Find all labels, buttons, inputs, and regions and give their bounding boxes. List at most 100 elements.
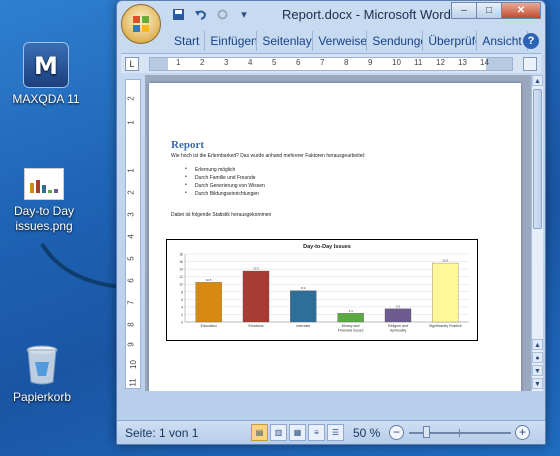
previous-page-button[interactable]: ▲ bbox=[532, 339, 543, 350]
maxqda-icon: M bbox=[23, 42, 69, 88]
document-page[interactable]: Report Wie hoch ist die Erlernbarkeit? D… bbox=[149, 83, 521, 391]
ruler-tick: 11 bbox=[128, 378, 138, 387]
browse-object-button[interactable]: ● bbox=[532, 352, 543, 363]
bar-chart: Day-to-Day Issues 0 2 4 6 8 10 12 14 16 18 10.5 Educ… bbox=[179, 244, 469, 333]
ruler-tick: 2 bbox=[200, 58, 205, 67]
ruler-tick: 12 bbox=[436, 58, 445, 67]
close-button[interactable]: ✕ bbox=[501, 2, 541, 19]
tab-view[interactable]: Ansicht bbox=[477, 31, 528, 51]
quick-access-toolbar: ▾ bbox=[169, 6, 253, 23]
x-tick-label: Emotions bbox=[249, 324, 264, 328]
vertical-scrollbar[interactable]: ▲ ▲ ● ▼ ▼ bbox=[531, 75, 543, 391]
ruler-tick: 9 bbox=[368, 58, 373, 67]
full-screen-reading-icon[interactable]: ▥ bbox=[270, 424, 287, 441]
document-heading: Report bbox=[171, 139, 204, 151]
image-file-icon bbox=[24, 168, 64, 200]
tab-page-layout[interactable]: Seitenlayout bbox=[257, 31, 314, 51]
zoom-in-button[interactable]: + bbox=[515, 425, 530, 440]
tab-insert[interactable]: Einfügen bbox=[205, 31, 258, 51]
maximize-button[interactable]: □ bbox=[476, 2, 502, 19]
vertical-ruler[interactable]: 2 1 1 2 3 4 5 6 7 8 9 10 11 bbox=[125, 79, 141, 389]
ruler-tick: 6 bbox=[126, 278, 136, 283]
chart-bar bbox=[337, 313, 364, 323]
ruler-tick: 8 bbox=[126, 322, 136, 327]
scroll-thumb[interactable] bbox=[533, 89, 542, 229]
tab-start[interactable]: Start bbox=[169, 31, 206, 51]
web-layout-icon[interactable]: ▦ bbox=[289, 424, 306, 441]
bullet-list: Erlernung möglich Durch Familie und Freu… bbox=[185, 166, 265, 199]
ruler-tick: 7 bbox=[126, 300, 136, 305]
ruler-tick: 8 bbox=[344, 58, 349, 67]
data-label: 13.5 bbox=[253, 267, 259, 271]
horizontal-ruler-row: L 1 2 3 4 5 6 7 8 9 10 11 12 13 14 bbox=[121, 53, 541, 73]
tab-mailings[interactable]: Sendungen bbox=[367, 31, 424, 51]
print-layout-icon[interactable]: ▤ bbox=[251, 424, 268, 441]
zoom-out-button[interactable]: − bbox=[389, 425, 404, 440]
view-ruler-icon[interactable] bbox=[523, 57, 537, 71]
save-icon[interactable] bbox=[169, 6, 187, 23]
x-tick-label: Financial Issues bbox=[338, 329, 364, 333]
window-controls: – □ ✕ bbox=[451, 2, 541, 19]
ruler-tick: 1 bbox=[176, 58, 181, 67]
page-indicator[interactable]: Seite: 1 von 1 bbox=[125, 426, 198, 440]
zoom-slider-center-mark bbox=[459, 429, 460, 437]
undo-icon[interactable] bbox=[191, 6, 209, 23]
list-item: Erlernung möglich bbox=[185, 166, 265, 175]
scroll-up-button[interactable]: ▲ bbox=[532, 75, 543, 86]
list-item: Durch Familie und Freunde bbox=[185, 174, 265, 183]
embedded-chart[interactable]: Day-to-Day Issues 0 2 4 6 8 10 12 14 16 18 10.5 Educ… bbox=[166, 239, 478, 341]
scroll-down-button[interactable]: ▼ bbox=[532, 378, 543, 389]
ruler-tick: 13 bbox=[458, 58, 467, 67]
paragraph-outro: Dabei ist folgende Statistik herausgekom… bbox=[171, 212, 272, 218]
draft-icon[interactable]: ☰ bbox=[327, 424, 344, 441]
y-tick-label: 8 bbox=[181, 290, 183, 294]
document-area[interactable]: Report Wie hoch ist die Erlernbarkeit? D… bbox=[145, 75, 531, 391]
ruler-tick: 10 bbox=[392, 58, 401, 67]
x-tick-label: Education bbox=[201, 324, 217, 328]
y-tick-label: 0 bbox=[181, 321, 183, 325]
desktop-icon-label: Day-to Day issues.png bbox=[13, 204, 75, 233]
redo-icon[interactable] bbox=[213, 6, 231, 23]
qat-customize-button[interactable]: ▾ bbox=[235, 6, 253, 23]
ruler-tick: 2 bbox=[126, 190, 136, 195]
chart-bar bbox=[432, 262, 459, 323]
y-tick-label: 4 bbox=[181, 305, 183, 309]
tab-selector[interactable]: L bbox=[125, 57, 139, 71]
next-page-button[interactable]: ▼ bbox=[532, 365, 543, 376]
ruler-tick: 5 bbox=[272, 58, 277, 67]
help-icon[interactable]: ? bbox=[523, 33, 539, 49]
y-tick-label: 12 bbox=[179, 275, 183, 279]
tab-review[interactable]: Überprüfen bbox=[423, 31, 478, 51]
data-label: 2.3 bbox=[349, 309, 354, 313]
outline-icon[interactable]: ≡ bbox=[308, 424, 325, 441]
y-tick-label: 18 bbox=[179, 253, 183, 257]
horizontal-ruler[interactable]: 1 2 3 4 5 6 7 8 9 10 11 12 13 14 bbox=[149, 57, 513, 71]
view-buttons: ▤ ▥ ▦ ≡ ☰ bbox=[251, 424, 344, 441]
desktop-icon-image-file[interactable]: Day-to Day issues.png bbox=[4, 168, 84, 234]
ruler-tick: 14 bbox=[480, 58, 489, 67]
recycle-bin-icon bbox=[25, 344, 59, 386]
y-tick-label: 10 bbox=[179, 283, 183, 287]
data-label: 10.5 bbox=[206, 278, 212, 282]
window-title: Report.docx - Microsoft Word bbox=[282, 7, 451, 22]
desktop-icon-recycle-bin[interactable]: Papierkorb bbox=[2, 344, 82, 405]
zoom-slider-thumb[interactable] bbox=[423, 426, 430, 438]
office-logo-icon bbox=[133, 16, 149, 32]
tab-references[interactable]: Verweise bbox=[313, 31, 368, 51]
x-tick-label: Money and bbox=[342, 324, 360, 328]
minimize-button[interactable]: – bbox=[451, 2, 477, 19]
zoom-level[interactable]: 50 % bbox=[353, 426, 380, 440]
chart-title: Day-to-Day Issues bbox=[303, 244, 351, 250]
office-button[interactable] bbox=[121, 4, 161, 44]
ruler-tick: 5 bbox=[126, 256, 136, 261]
ruler-tick: 11 bbox=[414, 58, 423, 67]
desktop-icon-label: MAXQDA 11 bbox=[12, 92, 80, 106]
x-tick-label: Significantly Positive bbox=[429, 324, 462, 328]
desktop-icon-maxqda[interactable]: M MAXQDA 11 bbox=[6, 42, 86, 107]
ruler-tick: 7 bbox=[320, 58, 325, 67]
ruler-tick: 9 bbox=[126, 342, 136, 347]
chart-bar bbox=[384, 308, 412, 323]
x-tick-label: Religion and bbox=[388, 324, 408, 328]
data-label: 3.5 bbox=[396, 304, 401, 308]
ruler-tick: 1 bbox=[126, 120, 136, 125]
